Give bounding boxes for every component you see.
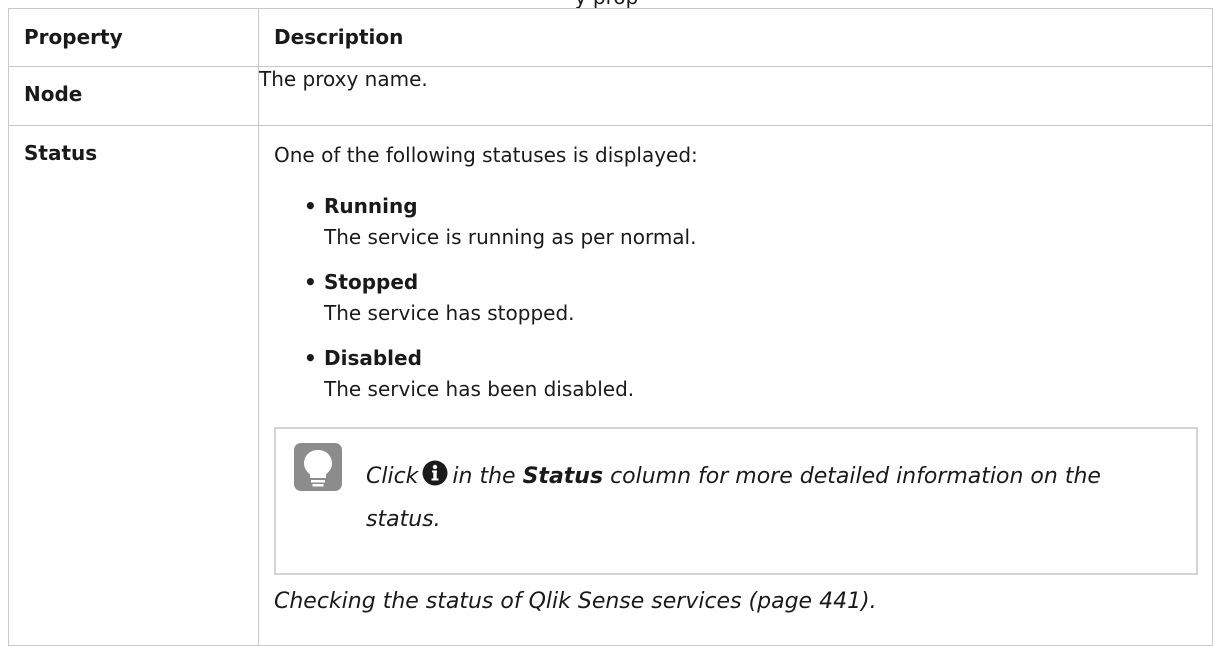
property-description: One of the following statuses is display… [258, 125, 1213, 646]
status-intro: One of the following statuses is display… [274, 143, 698, 167]
bullet: • [304, 194, 317, 218]
list-item: • Running The service is running as per … [304, 191, 1212, 253]
lightbulb-icon [294, 443, 342, 491]
reference-link[interactable]: Checking the status of Qlik Sense servic… [274, 587, 1212, 617]
property-description: The proxy name. [258, 66, 1213, 126]
property-name: Status [8, 125, 259, 646]
table-caption: y prop [0, 0, 1213, 8]
status-list: • Running The service is running as per … [274, 191, 1212, 405]
header-property: Property [8, 8, 259, 67]
tip-box: Click in the Status column for more detai… [274, 427, 1198, 575]
bullet: • [304, 346, 317, 370]
status-name: Stopped [324, 270, 419, 294]
tip-mid: in the [452, 464, 516, 489]
status-description: The service has been disabled. [324, 377, 635, 401]
list-item: • Stopped The service has stopped. [304, 267, 1212, 329]
list-item: • Disabled The service has been disabled… [304, 343, 1212, 405]
header-description: Description [258, 8, 1213, 67]
status-description: The service has stopped. [324, 301, 575, 325]
bullet: • [304, 270, 317, 294]
status-name: Running [324, 194, 418, 218]
table-row: Node The proxy name. [8, 66, 1213, 126]
tip-text: Click in the Status column for more detai… [366, 457, 1166, 540]
tip-prefix: Click [366, 464, 419, 489]
properties-table: Property Description Node The proxy name… [8, 8, 1213, 646]
table-header-row: Property Description [8, 8, 1213, 67]
tip-bold: Status [522, 464, 604, 489]
info-icon [422, 460, 448, 500]
property-name: Node [8, 66, 259, 126]
status-name: Disabled [324, 346, 422, 370]
table-row: Status One of the following statuses is … [8, 125, 1213, 646]
status-description: The service is running as per normal. [324, 225, 697, 249]
